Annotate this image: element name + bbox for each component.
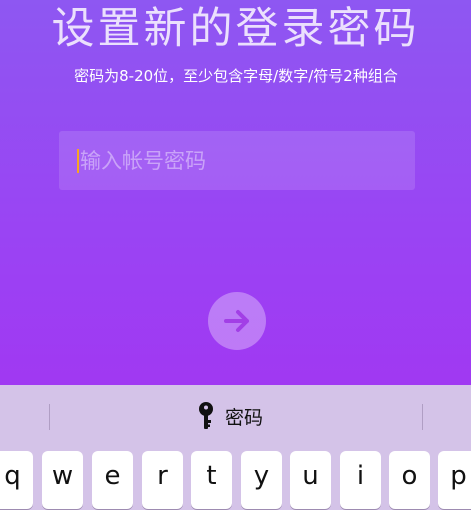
suggestion-divider bbox=[422, 404, 423, 430]
key-icon bbox=[199, 402, 213, 429]
key-t[interactable]: t bbox=[191, 451, 232, 509]
suggestion-label: 密码 bbox=[225, 406, 264, 429]
suggestion-bar: 密码 bbox=[0, 385, 471, 441]
key-w[interactable]: w bbox=[42, 451, 83, 509]
password-autofill-suggestion[interactable]: 密码 bbox=[197, 400, 263, 432]
key-y[interactable]: y bbox=[241, 451, 282, 509]
key-i[interactable]: i bbox=[340, 451, 381, 509]
key-o[interactable]: o bbox=[389, 451, 430, 509]
arrow-right-icon bbox=[224, 310, 249, 332]
key-u[interactable]: u bbox=[290, 451, 331, 509]
keyboard: 密码 q w e r t y u i o p bbox=[0, 385, 471, 510]
password-input[interactable] bbox=[80, 140, 415, 181]
key-e[interactable]: e bbox=[92, 451, 133, 509]
key-p[interactable]: p bbox=[438, 451, 471, 509]
password-input-container[interactable] bbox=[59, 131, 415, 190]
password-rules-text: 密码为8-20位，至少包含字母/数字/符号2种组合 bbox=[74, 67, 398, 85]
key-r[interactable]: r bbox=[142, 451, 183, 509]
text-cursor bbox=[77, 148, 79, 173]
suggestion-divider bbox=[49, 404, 50, 430]
next-button[interactable] bbox=[208, 292, 266, 350]
key-q[interactable]: q bbox=[0, 451, 33, 509]
page-title: 设置新的登录密码 bbox=[51, 4, 420, 54]
